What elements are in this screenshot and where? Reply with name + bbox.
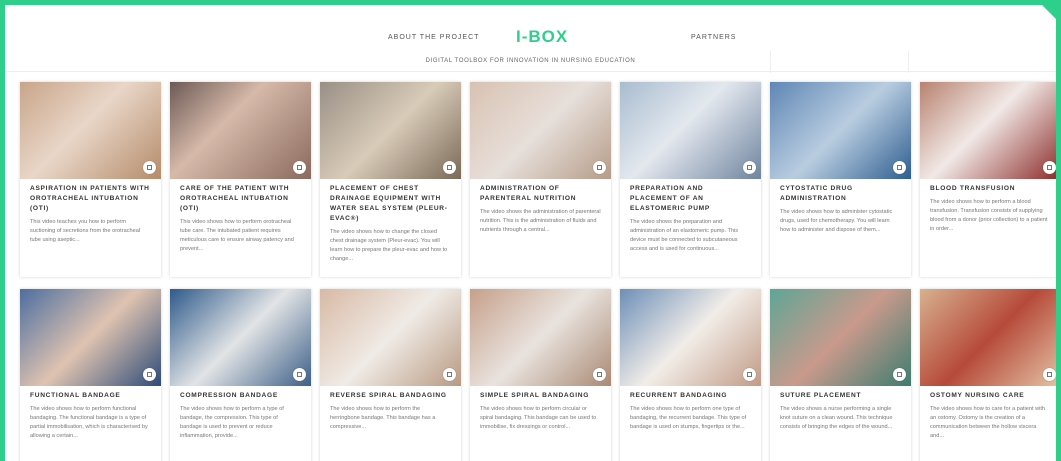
video-thumbnail[interactable]: [920, 82, 1056, 179]
video-title[interactable]: Administration of parenteral nutrition: [480, 184, 601, 204]
video-title[interactable]: Reverse spiral bandaging: [330, 391, 451, 401]
video-description: This video teaches you how to perform su…: [30, 219, 141, 243]
video-icon: [893, 368, 906, 381]
video-thumbnail[interactable]: [920, 289, 1056, 386]
video-card[interactable]: Functional bandage The video shows how to…: [20, 289, 161, 461]
video-title[interactable]: Compression bandage: [180, 391, 301, 401]
video-icon: [143, 368, 156, 381]
video-thumbnail[interactable]: [770, 289, 911, 386]
video-card[interactable]: Cytostatic drug administration The video …: [770, 82, 911, 277]
video-title[interactable]: Simple spiral bandaging: [480, 391, 601, 401]
top-nav: ABOUT THE PROJECT I-BOX PARTNERS: [5, 27, 1056, 51]
video-description: The video shows how to perform circular …: [480, 406, 597, 430]
video-thumbnail[interactable]: [320, 82, 461, 179]
video-icon: [593, 161, 606, 174]
video-card[interactable]: Compression bandage The video shows how t…: [170, 289, 311, 461]
video-card[interactable]: Placement of chest drainage equipment wi…: [320, 82, 461, 277]
video-thumbnail[interactable]: [620, 289, 761, 386]
video-icon: [443, 161, 456, 174]
video-icon: [293, 161, 306, 174]
video-thumbnail[interactable]: [470, 82, 611, 179]
nav-partners-link[interactable]: PARTNERS: [691, 34, 736, 41]
site-tagline: DIGITAL TOOLBOX FOR INNOVATION IN NURSIN…: [425, 58, 636, 64]
video-title[interactable]: Aspiration in patients with orotracheal …: [30, 184, 151, 214]
video-description: The video shows how to perform functiona…: [30, 406, 148, 439]
video-card[interactable]: Administration of parenteral nutrition Th…: [470, 82, 611, 277]
video-title[interactable]: Care of the patient with orotracheal int…: [180, 184, 301, 214]
video-title[interactable]: Cytostatic drug administration: [780, 184, 901, 204]
video-description: This video shows how to perform orotrach…: [180, 219, 294, 252]
video-thumbnail[interactable]: [170, 289, 311, 386]
video-icon: [1043, 161, 1056, 174]
video-description: The video shows a nurse performing a sin…: [780, 406, 893, 430]
video-thumbnail[interactable]: [20, 289, 161, 386]
video-icon: [1043, 368, 1056, 381]
divider: [908, 51, 909, 73]
divider: [5, 71, 1056, 72]
video-title[interactable]: Suture placement: [780, 391, 901, 401]
video-title[interactable]: Recurrent bandaging: [630, 391, 751, 401]
divider: [770, 51, 771, 73]
video-description: The video shows the preparation and admi…: [630, 219, 739, 252]
video-title[interactable]: Preparation and placement of an elastome…: [630, 184, 751, 214]
video-card[interactable]: Recurrent bandaging The video shows how t…: [620, 289, 761, 461]
video-title[interactable]: Placement of chest drainage equipment wi…: [330, 184, 451, 224]
video-icon: [743, 161, 756, 174]
site-logo[interactable]: I-BOX: [516, 27, 568, 47]
video-description: The video shows how to care for a patien…: [930, 406, 1046, 439]
nav-about-link[interactable]: ABOUT THE PROJECT: [388, 34, 479, 41]
video-thumbnail[interactable]: [20, 82, 161, 179]
video-card[interactable]: Reverse spiral bandaging The video shows …: [320, 289, 461, 461]
video-card[interactable]: Suture placement The video shows a nurse …: [770, 289, 911, 461]
video-description: The video shows how to change the closed…: [330, 229, 448, 262]
video-description: The video shows how to perform the herri…: [330, 406, 436, 430]
video-icon: [743, 368, 756, 381]
video-description: The video shows how to perform a type of…: [180, 406, 284, 439]
video-title[interactable]: Ostomy nursing care: [930, 391, 1051, 401]
video-icon: [293, 368, 306, 381]
video-icon: [143, 161, 156, 174]
video-thumbnail[interactable]: [320, 289, 461, 386]
video-icon: [893, 161, 906, 174]
video-card[interactable]: Aspiration in patients with orotracheal …: [20, 82, 161, 277]
video-title[interactable]: Blood transfusion: [930, 184, 1051, 194]
video-card[interactable]: Preparation and placement of an elastome…: [620, 82, 761, 277]
video-card[interactable]: Care of the patient with orotracheal int…: [170, 82, 311, 277]
video-thumbnail[interactable]: [620, 82, 761, 179]
video-card[interactable]: Simple spiral bandaging The video shows h…: [470, 289, 611, 461]
video-card[interactable]: Ostomy nursing care The video shows how t…: [920, 289, 1056, 461]
video-description: The video shows the administration of pa…: [480, 209, 601, 233]
video-thumbnail[interactable]: [170, 82, 311, 179]
corner-tab: [1042, 5, 1056, 19]
page-frame: ABOUT THE PROJECT I-BOX PARTNERS DIGITAL…: [5, 5, 1056, 461]
video-thumbnail[interactable]: [470, 289, 611, 386]
video-icon: [443, 368, 456, 381]
video-description: The video shows how to perform a blood t…: [930, 199, 1048, 232]
video-description: The video shows how to perform one type …: [630, 406, 747, 430]
video-thumbnail[interactable]: [770, 82, 911, 179]
video-description: The video shows how to administer cytost…: [780, 209, 893, 233]
video-title[interactable]: Functional bandage: [30, 391, 151, 401]
video-icon: [593, 368, 606, 381]
video-card[interactable]: Blood transfusion The video shows how to …: [920, 82, 1056, 277]
